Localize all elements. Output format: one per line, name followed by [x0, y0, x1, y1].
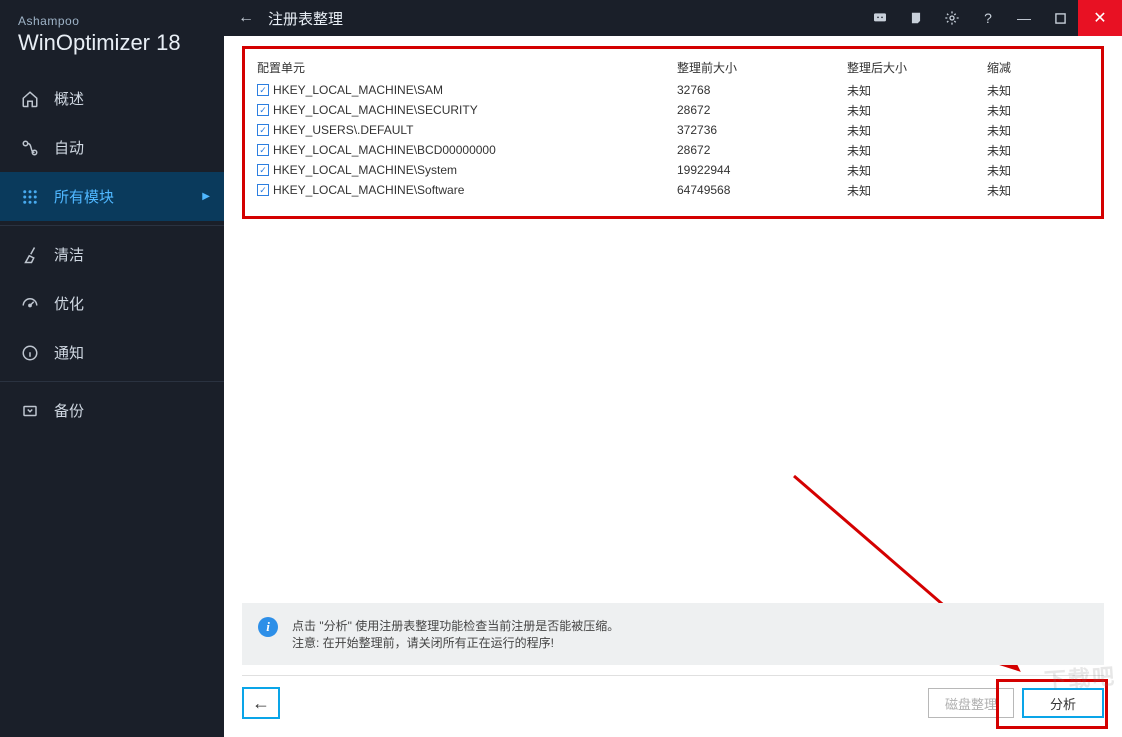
checkbox-icon[interactable]: ✓ — [257, 164, 269, 176]
col-header-hive: 配置单元 — [253, 55, 673, 80]
sidebar-item-optimize[interactable]: 优化 — [0, 279, 224, 328]
sidebar-item-backup[interactable]: 备份 — [0, 386, 224, 435]
backup-icon — [20, 402, 40, 420]
divider — [242, 675, 1104, 676]
sidebar: Ashampoo WinOptimizer 18 概述 自动 所有模块 ▶ — [0, 0, 224, 737]
sidebar-item-clean[interactable]: 清洁 — [0, 230, 224, 279]
sidebar-item-notify[interactable]: 通知 — [0, 328, 224, 377]
info-bar: i 点击 "分析" 使用注册表整理功能检查当前注册是否能被压缩。 注意: 在开始… — [242, 603, 1104, 665]
table-row[interactable]: ✓HKEY_USERS\.DEFAULT — [253, 120, 673, 140]
analyze-button[interactable]: 分析 — [1022, 688, 1104, 718]
col-header-reduce: 缩减 — [983, 55, 1073, 80]
titlebar-back-button[interactable]: ← — [234, 6, 258, 30]
annotation-highlight-box: 配置单元 整理前大小 整理后大小 缩减 ✓HKEY_LOCAL_MACHINE\… — [242, 46, 1104, 219]
sidebar-item-all-modules[interactable]: 所有模块 ▶ — [0, 172, 224, 221]
content-area: 配置单元 整理前大小 整理后大小 缩减 ✓HKEY_LOCAL_MACHINE\… — [224, 36, 1122, 737]
titlebar: ← 注册表整理 ? — ✕ — [224, 0, 1122, 36]
home-icon — [20, 90, 40, 108]
checkbox-icon[interactable]: ✓ — [257, 184, 269, 196]
info-circle-icon: i — [258, 617, 278, 637]
table-row[interactable]: ✓HKEY_LOCAL_MACHINE\SECURITY — [253, 100, 673, 120]
auto-icon — [20, 139, 40, 157]
sidebar-nav: 概述 自动 所有模块 ▶ 清洁 优化 通知 — [0, 74, 224, 435]
col-header-before: 整理前大小 — [673, 55, 843, 80]
sidebar-item-label: 清洁 — [54, 244, 84, 265]
sidebar-item-label: 所有模块 — [54, 186, 114, 207]
nav-divider — [0, 225, 224, 226]
sidebar-item-label: 概述 — [54, 88, 84, 109]
back-button[interactable]: ← — [242, 687, 280, 719]
bottom-bar: ← 磁盘整理 分析 — [242, 683, 1104, 723]
nav-divider — [0, 381, 224, 382]
checkbox-icon[interactable]: ✓ — [257, 144, 269, 156]
table-row[interactable]: ✓HKEY_LOCAL_MACHINE\BCD00000000 — [253, 140, 673, 160]
chevron-right-icon: ▶ — [202, 191, 210, 202]
info-text: 点击 "分析" 使用注册表整理功能检查当前注册是否能被压缩。 注意: 在开始整理… — [292, 617, 619, 651]
help-icon[interactable]: ? — [970, 0, 1006, 36]
settings-icon[interactable] — [934, 0, 970, 36]
maximize-button[interactable] — [1042, 0, 1078, 36]
checkbox-icon[interactable]: ✓ — [257, 104, 269, 116]
sidebar-item-auto[interactable]: 自动 — [0, 123, 224, 172]
broom-icon — [20, 246, 40, 264]
sidebar-item-label: 通知 — [54, 342, 84, 363]
defrag-button[interactable]: 磁盘整理 — [928, 688, 1014, 718]
table-row[interactable]: ✓HKEY_LOCAL_MACHINE\Software — [253, 180, 673, 200]
table-row[interactable]: ✓HKEY_LOCAL_MACHINE\System — [253, 160, 673, 180]
col-header-after: 整理后大小 — [843, 55, 983, 80]
close-button[interactable]: ✕ — [1078, 0, 1122, 36]
minimize-button[interactable]: — — [1006, 0, 1042, 36]
notes-icon[interactable] — [898, 0, 934, 36]
page-title: 注册表整理 — [268, 8, 343, 29]
feedback-icon[interactable] — [862, 0, 898, 36]
gauge-icon — [20, 295, 40, 313]
sidebar-item-label: 优化 — [54, 293, 84, 314]
checkbox-icon[interactable]: ✓ — [257, 124, 269, 136]
registry-table: 配置单元 整理前大小 整理后大小 缩减 ✓HKEY_LOCAL_MACHINE\… — [253, 55, 1093, 200]
logo-block: Ashampoo WinOptimizer 18 — [0, 0, 224, 74]
sidebar-item-label: 自动 — [54, 137, 84, 158]
brand-label: Ashampoo — [18, 14, 206, 28]
table-row[interactable]: ✓HKEY_LOCAL_MACHINE\SAM — [253, 80, 673, 100]
info-icon — [20, 344, 40, 362]
checkbox-icon[interactable]: ✓ — [257, 84, 269, 96]
sidebar-item-label: 备份 — [54, 400, 84, 421]
main-area: ← 注册表整理 ? — ✕ 配置单元 整理前大小 整理后大小 缩减 ✓HKEY_… — [224, 0, 1122, 737]
grid-icon — [20, 188, 40, 206]
product-label: WinOptimizer 18 — [18, 30, 206, 56]
sidebar-item-overview[interactable]: 概述 — [0, 74, 224, 123]
